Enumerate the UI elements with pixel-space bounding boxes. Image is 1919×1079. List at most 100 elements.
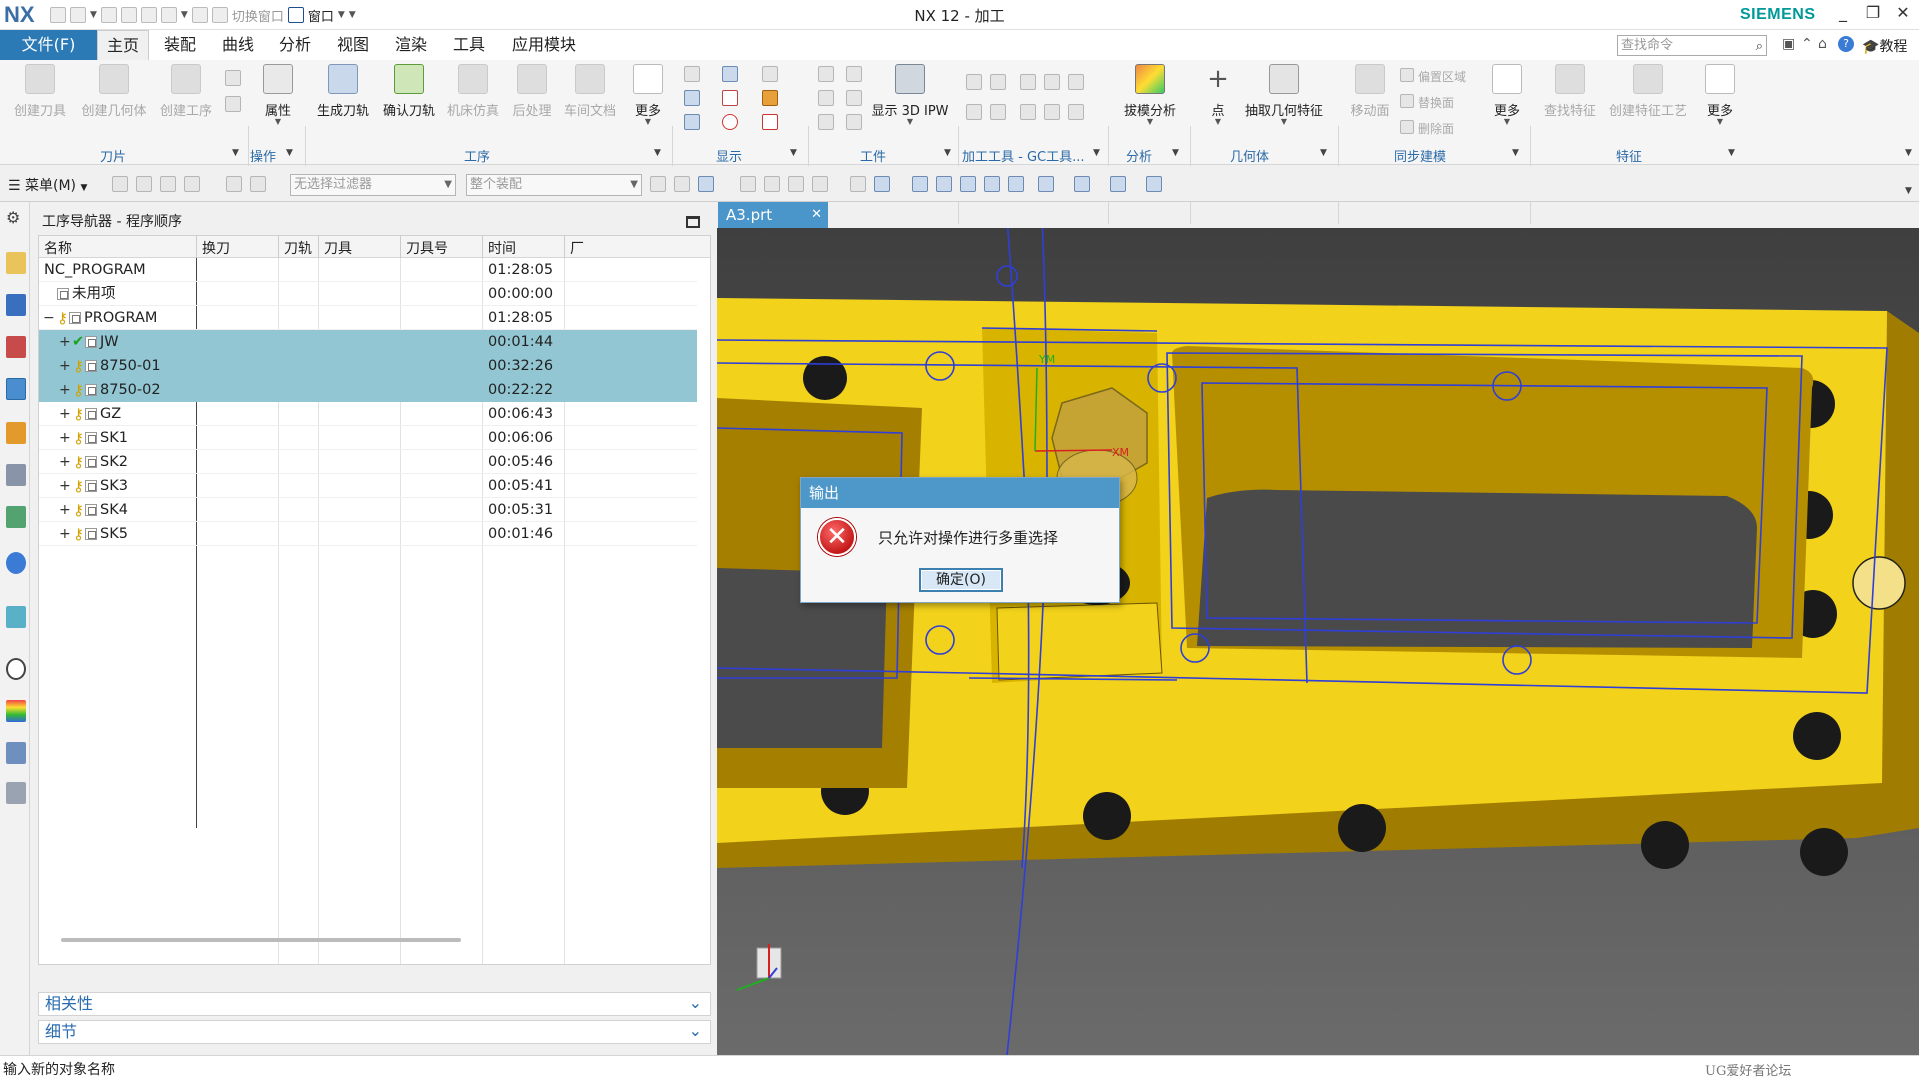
column-name[interactable]: 名称 xyxy=(44,238,72,258)
group-analysis-dropdown[interactable]: ▼ xyxy=(1172,148,1179,158)
snap-icon[interactable] xyxy=(764,176,780,192)
display-toggle-icon[interactable] xyxy=(684,66,700,82)
tree-row-nc-program[interactable]: NC_PROGRAM 01:28:05 xyxy=(39,258,697,282)
rectangle-select-icon[interactable] xyxy=(812,176,828,192)
tab-analysis[interactable]: 分析 xyxy=(270,30,320,60)
snap-icon[interactable] xyxy=(850,176,866,192)
tree-row-sk3[interactable]: + ⚷ SK3 00:05:41 xyxy=(39,474,697,498)
workpiece-small-icon[interactable] xyxy=(818,114,834,130)
select-tool-icon[interactable] xyxy=(184,176,200,192)
tab-part-file[interactable]: A3.prt ✕ xyxy=(718,202,828,228)
expand-icon[interactable]: + xyxy=(59,522,71,546)
dependencies-section[interactable]: 相关性 ⌄ xyxy=(38,992,711,1016)
delete-face-icon[interactable] xyxy=(1400,120,1414,134)
select-tool-icon[interactable] xyxy=(226,176,242,192)
tree-row-sk2[interactable]: + ⚷ SK2 00:05:46 xyxy=(39,450,697,474)
column-time[interactable]: 时间 xyxy=(488,238,516,258)
history-icon[interactable] xyxy=(6,506,26,528)
group-geometry-dropdown[interactable]: ▼ xyxy=(1320,148,1327,158)
group-sync-dropdown[interactable]: ▼ xyxy=(1512,148,1519,158)
expand-icon[interactable]: + xyxy=(59,330,71,354)
operation-navigator-icon[interactable] xyxy=(6,378,26,400)
tree-row-sk4[interactable]: + ⚷ SK4 00:05:31 xyxy=(39,498,697,522)
horizontal-scrollbar[interactable] xyxy=(61,938,461,942)
tree-row-sk5[interactable]: + ⚷ SK5 00:01:46 xyxy=(39,522,697,546)
restore-icon[interactable]: ❐ xyxy=(1858,3,1888,22)
expand-icon[interactable]: + xyxy=(59,402,71,426)
copy-tool-icon[interactable] xyxy=(225,70,241,86)
tutorial-link[interactable]: 🎓教程 xyxy=(1862,36,1907,56)
offset-region-icon[interactable] xyxy=(1400,68,1414,82)
snap-icon[interactable] xyxy=(740,176,756,192)
assembly-navigator-icon[interactable] xyxy=(6,294,26,316)
generate-toolpath-button[interactable]: 生成刀轨 xyxy=(313,64,373,119)
clock-icon[interactable] xyxy=(6,658,26,680)
snap-icon[interactable] xyxy=(650,176,666,192)
show-3d-ipw-button[interactable]: 显示 3D IPW ▼ xyxy=(868,64,952,126)
ribbon-options-dropdown[interactable]: ▼ xyxy=(1905,148,1912,158)
part-model-view[interactable]: YM XM xyxy=(717,228,1919,1055)
tab-assembly[interactable]: 装配 xyxy=(155,30,205,60)
draft-analysis-button[interactable]: 拔模分析 ▼ xyxy=(1118,64,1182,126)
properties-button[interactable]: 属性 ▼ xyxy=(256,64,300,126)
offset-region-label[interactable]: 偏置区域 xyxy=(1418,68,1466,85)
close-icon[interactable]: ✕ xyxy=(1888,3,1918,22)
gc-tool-icon[interactable] xyxy=(990,74,1006,90)
point-button[interactable]: + 点 ▼ xyxy=(1198,64,1238,126)
collapse-icon[interactable]: − xyxy=(43,306,55,330)
replace-face-label[interactable]: 替换面 xyxy=(1418,94,1454,111)
help-icon[interactable]: ? xyxy=(1838,36,1854,52)
display-line-icon[interactable] xyxy=(762,114,778,130)
gc-tool-icon[interactable] xyxy=(966,74,982,90)
display-curve-icon[interactable] xyxy=(722,90,738,106)
type-filter-select[interactable]: 无选择过滤器 ▼ xyxy=(290,174,456,196)
shop-docs-button[interactable]: 车间文档 xyxy=(561,64,619,119)
layer-icon[interactable] xyxy=(1008,176,1024,192)
tree-row-8750-01[interactable]: + ⚷ 8750-01 00:32:26 xyxy=(39,354,697,378)
rotate-icon[interactable] xyxy=(960,176,976,192)
group-process-dropdown[interactable]: ▼ xyxy=(654,148,661,158)
display-layer-icon[interactable] xyxy=(684,114,700,130)
display-point-icon[interactable] xyxy=(722,114,738,130)
column-tool-number[interactable]: 刀具号 xyxy=(406,238,448,258)
workpiece-small-icon[interactable] xyxy=(846,90,862,106)
tree-row-sk1[interactable]: + ⚷ SK1 00:06:06 xyxy=(39,426,697,450)
column-divider[interactable] xyxy=(482,236,483,258)
group-tool-dropdown[interactable]: ▼ xyxy=(232,148,239,158)
create-geometry-button[interactable]: 创建几何体 xyxy=(78,64,150,119)
reuse-library-icon[interactable] xyxy=(6,464,26,486)
gc-tool-icon[interactable] xyxy=(1068,74,1084,90)
expand-icon[interactable]: + xyxy=(59,426,71,450)
orient-view-icon[interactable] xyxy=(1038,176,1054,192)
pan-icon[interactable] xyxy=(984,176,1000,192)
create-feature-process-button[interactable]: 创建特征工艺 xyxy=(1604,64,1692,119)
close-tab-icon[interactable]: ✕ xyxy=(811,202,822,228)
select-tool-icon[interactable] xyxy=(160,176,176,192)
web-browser-icon[interactable] xyxy=(6,552,26,574)
tab-view[interactable]: 视图 xyxy=(328,30,378,60)
column-divider[interactable] xyxy=(400,236,401,258)
display-mode-icon[interactable] xyxy=(1110,176,1126,192)
settings-icon[interactable]: ⚙ xyxy=(6,208,26,230)
dock-icon[interactable]: ⌂ xyxy=(1818,36,1827,52)
paste-tool-icon[interactable] xyxy=(225,96,241,112)
expand-icon[interactable]: + xyxy=(59,498,71,522)
select-mode-icon[interactable] xyxy=(698,176,714,192)
select-tool-icon[interactable] xyxy=(112,176,128,192)
tree-row-program[interactable]: − ⚷ PROGRAM 01:28:05 xyxy=(39,306,697,330)
select-tool-icon[interactable] xyxy=(250,176,266,192)
workpiece-small-icon[interactable] xyxy=(846,114,862,130)
snap-icon[interactable] xyxy=(788,176,804,192)
tree-row-8750-02[interactable]: + ⚷ 8750-02 00:22:22 xyxy=(39,378,697,402)
toolbar-options-dropdown[interactable]: ▼ xyxy=(1905,186,1912,196)
verify-toolpath-button[interactable]: 确认刀轨 xyxy=(379,64,439,119)
create-operation-button[interactable]: 创建工序 xyxy=(154,64,218,119)
fit-view-icon[interactable] xyxy=(912,176,928,192)
machine-navigator-icon[interactable] xyxy=(6,422,26,444)
sync-more-button[interactable]: 更多 ▼ xyxy=(1488,64,1526,126)
expand-icon[interactable]: + xyxy=(59,354,71,378)
color-palette-icon[interactable] xyxy=(6,700,26,722)
replace-face-icon[interactable] xyxy=(1400,94,1414,108)
section-view-icon[interactable] xyxy=(1146,176,1162,192)
ribbon-collapse-icon[interactable]: ⌃ xyxy=(1801,36,1813,52)
